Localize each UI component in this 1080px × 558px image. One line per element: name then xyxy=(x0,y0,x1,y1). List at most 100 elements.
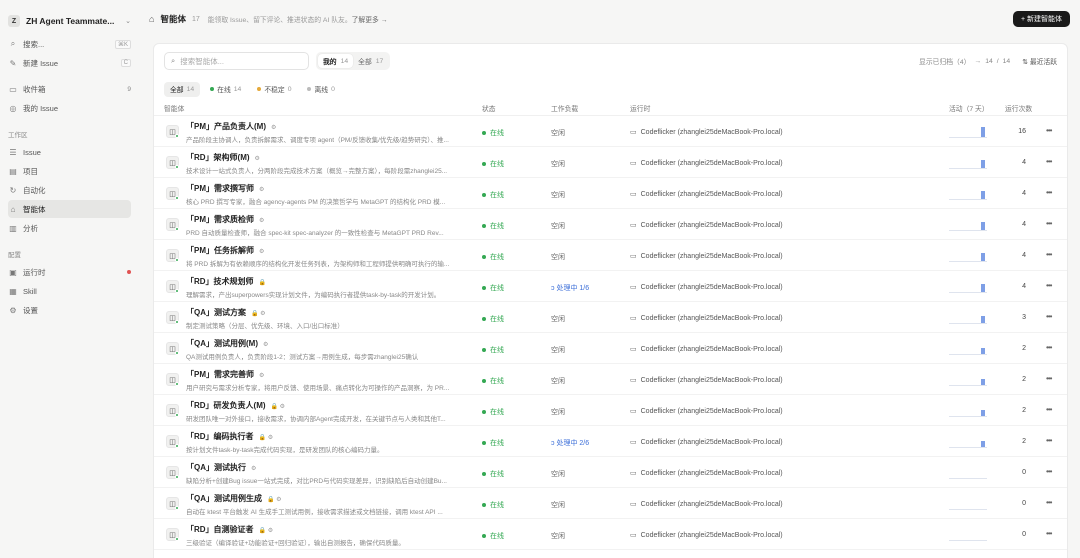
runtime-text: Codeflicker (zhanglei25deMacBook-Pro.loc… xyxy=(640,500,783,508)
sidebar-item-agent[interactable]: ⌂ 智能体 xyxy=(8,200,131,218)
more-options-icon[interactable]: ••• xyxy=(1046,467,1052,476)
agent-description: 技术设计一站式负责人，分两阶段完成技术方案（概览→完整方案），每阶段需zhang… xyxy=(186,168,448,175)
agent-name[interactable]: 「PM」产品负责人(M) ⚙ xyxy=(186,121,276,132)
agent-name[interactable]: 「PM」需求质检师 ⚙ xyxy=(186,214,264,225)
status-chip[interactable]: 离线 0 xyxy=(301,82,340,97)
table-row[interactable]: ◫ 「RD」研发负责人(M) 🔒 ⚙ 研发团队唯一对外接口，接收需求，协调内部Agen… xyxy=(154,395,1067,426)
table-row[interactable]: ◫ 「QA」测试方案 🔒 ⚙ 制定测试策略（分层、优先级、环境、入口/出口标准） 在线 空… xyxy=(154,302,1067,333)
new-issue-icon: ✎ xyxy=(9,58,17,68)
more-options-icon[interactable]: ••• xyxy=(1046,436,1052,445)
more-options-icon[interactable]: ••• xyxy=(1046,126,1052,135)
table-row[interactable]: ◫ 「RD」编码执行者 🔒 ⚙ 按计划文件task-by-task完成代码实现，是研发… xyxy=(154,426,1067,457)
online-dot xyxy=(175,258,179,262)
table-row[interactable]: ◫ 「PM」产品负责人(M) ⚙ 产品阶段主协调人，负责拆解需求、调度专项 agent… xyxy=(154,116,1067,147)
learn-more-link[interactable]: 了解更多 → xyxy=(352,14,388,24)
search-input[interactable]: ⌕ 搜索智能体... xyxy=(164,52,309,70)
skill-icon: ▦ xyxy=(9,286,17,296)
agent-name[interactable]: 「QA」测试用例(M) ⚙ xyxy=(186,338,268,349)
agent-name[interactable]: 「RD」自测验证者 🔒 ⚙ xyxy=(186,524,273,535)
table-row[interactable]: ◫ 「RD」技术规划师 🔒 理解需求，产出superpowers实现计划文件，为编码执… xyxy=(154,271,1067,302)
status-chip[interactable]: 在线 14 xyxy=(204,82,247,97)
sidebar-item-project[interactable]: ▤ 项目 xyxy=(8,162,131,180)
scope-option[interactable]: 我的 14 xyxy=(318,54,354,68)
show-archived-toggle[interactable]: 显示已归档（4） xyxy=(919,56,970,66)
sidebar-item-issue[interactable]: ☰ Issue xyxy=(8,143,131,161)
agent-name[interactable]: 「QA」测试用例生成 🔒 ⚙ xyxy=(186,493,282,504)
status-cell: 在线 xyxy=(482,500,504,510)
more-options-icon[interactable]: ••• xyxy=(1046,312,1052,321)
agent-description: 按计划文件task-by-task完成代码实现，是研发团队的核心编码力量。 xyxy=(186,447,384,454)
agent-tag-icons: ⚙ xyxy=(259,249,265,255)
arrow-right-icon: → xyxy=(974,57,982,65)
status-text: 在线 xyxy=(490,192,504,199)
alert-dot xyxy=(127,270,131,274)
sidebar-item-skill[interactable]: ▦ Skill xyxy=(8,282,131,300)
agent-name[interactable]: 「RD」技术规划师 🔒 xyxy=(186,276,266,287)
sidebar-item-automation[interactable]: ↻ 自动化 xyxy=(8,181,131,199)
status-chip[interactable]: 全部 14 xyxy=(164,81,201,97)
table-row[interactable]: ◫ 「RD」自测验证者 🔒 ⚙ 三级验证（编译验证+功能验证+回归验证），输出自测报告… xyxy=(154,519,1067,550)
sort-dropdown[interactable]: ⇅ 最近活跃 xyxy=(1022,56,1057,66)
more-options-icon[interactable]: ••• xyxy=(1046,157,1052,166)
agent-name[interactable]: 「PM」任务拆解师 ⚙ xyxy=(186,245,264,256)
agent-name[interactable]: 「RD」编码执行者 🔒 ⚙ xyxy=(186,431,273,442)
agent-description: 研发团队唯一对外接口，接收需求，协调内部Agent完成开发，在关键节点与人类和其… xyxy=(186,416,446,423)
sidebar-item-runtime[interactable]: ▣ 运行时 xyxy=(8,263,131,281)
status-dot xyxy=(482,348,486,352)
workspace-badge: Z xyxy=(8,15,20,27)
new-agent-button[interactable]: + 新建智能体 xyxy=(1012,11,1070,27)
table-row[interactable]: ◫ 「QA」测试执行 ⚙ 缺陷分析+创建Bug issue一站式完成，对比PRD与代码… xyxy=(154,457,1067,488)
status-chip[interactable]: 不稳定 0 xyxy=(251,82,297,97)
runtime-cell: ▭ Codeflicker (zhanglei25deMacBook-Pro.lo… xyxy=(630,407,783,416)
col-activity[interactable]: 活动（7 天） xyxy=(949,103,989,113)
status-cell: 在线 xyxy=(482,376,504,386)
table-row[interactable]: ◫ 「PM」任务拆解师 ⚙ 将 PRD 拆解为有依赖顺序的结构化开发任务列表，为架构师… xyxy=(154,240,1067,271)
sidebar-item-analytics[interactable]: ▥ 分析 xyxy=(8,219,131,237)
agent-name[interactable]: 「QA」测试执行 ⚙ xyxy=(186,462,256,473)
activity-sparkline xyxy=(949,186,987,200)
sidebar-item-inbox[interactable]: ▭ 收件箱 9 xyxy=(8,80,131,98)
col-runs[interactable]: 运行次数 xyxy=(1005,103,1032,113)
table-row[interactable]: ◫ 「QA」测试用例(M) ⚙ QA测试用例负责人，负责阶段1-2：测试方案→用例生成… xyxy=(154,333,1067,364)
online-dot xyxy=(175,475,179,479)
more-options-icon[interactable]: ••• xyxy=(1046,343,1052,352)
agent-description: 自动在 ktest 平台触发 AI 生成手工测试用例，接收需求描述或文档链接，调… xyxy=(186,509,443,516)
scope-option-count: 17 xyxy=(375,57,384,65)
agent-name[interactable]: 「RD」架构师(M) ⚙ xyxy=(186,152,260,163)
table-row[interactable]: ◫ 「PM」需求撰写师 ⚙ 核心 PRD 撰写专家，融合 agency-agents … xyxy=(154,178,1067,209)
activity-bar xyxy=(981,316,985,323)
table-row[interactable]: ◫ 「PM」需求质检师 ⚙ PRD 自动质量检查师，融合 spec-kit spec-… xyxy=(154,209,1067,240)
table-row[interactable]: ◫ 「QA」测试用例生成 🔒 ⚙ 自动在 ktest 平台触发 AI 生成手工测试用例… xyxy=(154,488,1067,519)
col-load[interactable]: 工作负载 xyxy=(551,103,578,113)
more-options-icon[interactable]: ••• xyxy=(1046,405,1052,414)
workspace-switcher[interactable]: Z ZH Agent Teammate... ⌄ xyxy=(0,8,139,34)
more-options-icon[interactable]: ••• xyxy=(1046,219,1052,228)
runtime-text: Codeflicker (zhanglei25deMacBook-Pro.loc… xyxy=(640,221,783,229)
more-options-icon[interactable]: ••• xyxy=(1046,529,1052,538)
sidebar-item-my-issue[interactable]: ◎ 我的 Issue xyxy=(8,99,131,117)
table-row[interactable]: ◫ 「PM」需求完善师 ⚙ 用户研究与需求分析专家，将用户反馈、使用场景、痛点转化为可… xyxy=(154,364,1067,395)
more-options-icon[interactable]: ••• xyxy=(1046,188,1052,197)
scope-option-count: 14 xyxy=(340,57,349,65)
sidebar-item-new-issue[interactable]: ✎ 新建 Issue C xyxy=(8,54,131,72)
more-options-icon[interactable]: ••• xyxy=(1046,250,1052,259)
agent-name[interactable]: 「PM」需求撰写师 ⚙ xyxy=(186,183,264,194)
agent-name-text: 「RD」研发负责人(M) xyxy=(186,401,266,410)
more-options-icon[interactable]: ••• xyxy=(1046,374,1052,383)
agent-name[interactable]: 「RD」研发负责人(M) 🔒 ⚙ xyxy=(186,400,285,411)
col-agent[interactable]: 智能体 xyxy=(164,103,184,113)
more-options-icon[interactable]: ••• xyxy=(1046,498,1052,507)
online-dot xyxy=(175,351,179,355)
col-status[interactable]: 状态 xyxy=(482,103,496,113)
runtime-cell: ▭ Codeflicker (zhanglei25deMacBook-Pro.lo… xyxy=(630,469,783,478)
agent-name[interactable]: 「QA」测试方案 🔒 ⚙ xyxy=(186,307,266,318)
table-row[interactable]: ◫ 「RD」架构师(M) ⚙ 技术设计一站式负责人，分两阶段完成技术方案（概览→完整方… xyxy=(154,147,1067,178)
sidebar-item-settings[interactable]: ⚙ 设置 xyxy=(8,301,131,319)
sidebar-item-search[interactable]: ⌕ 搜索... ⌘K xyxy=(8,35,131,53)
col-runtime[interactable]: 运行时 xyxy=(630,103,650,113)
workload-text: 处理中 1/6 xyxy=(556,285,590,292)
agent-name[interactable]: 「PM」需求完善师 ⚙ xyxy=(186,369,264,380)
more-options-icon[interactable]: ••• xyxy=(1046,281,1052,290)
scope-option[interactable]: 全部 17 xyxy=(353,54,388,68)
activity-bar xyxy=(981,160,985,168)
